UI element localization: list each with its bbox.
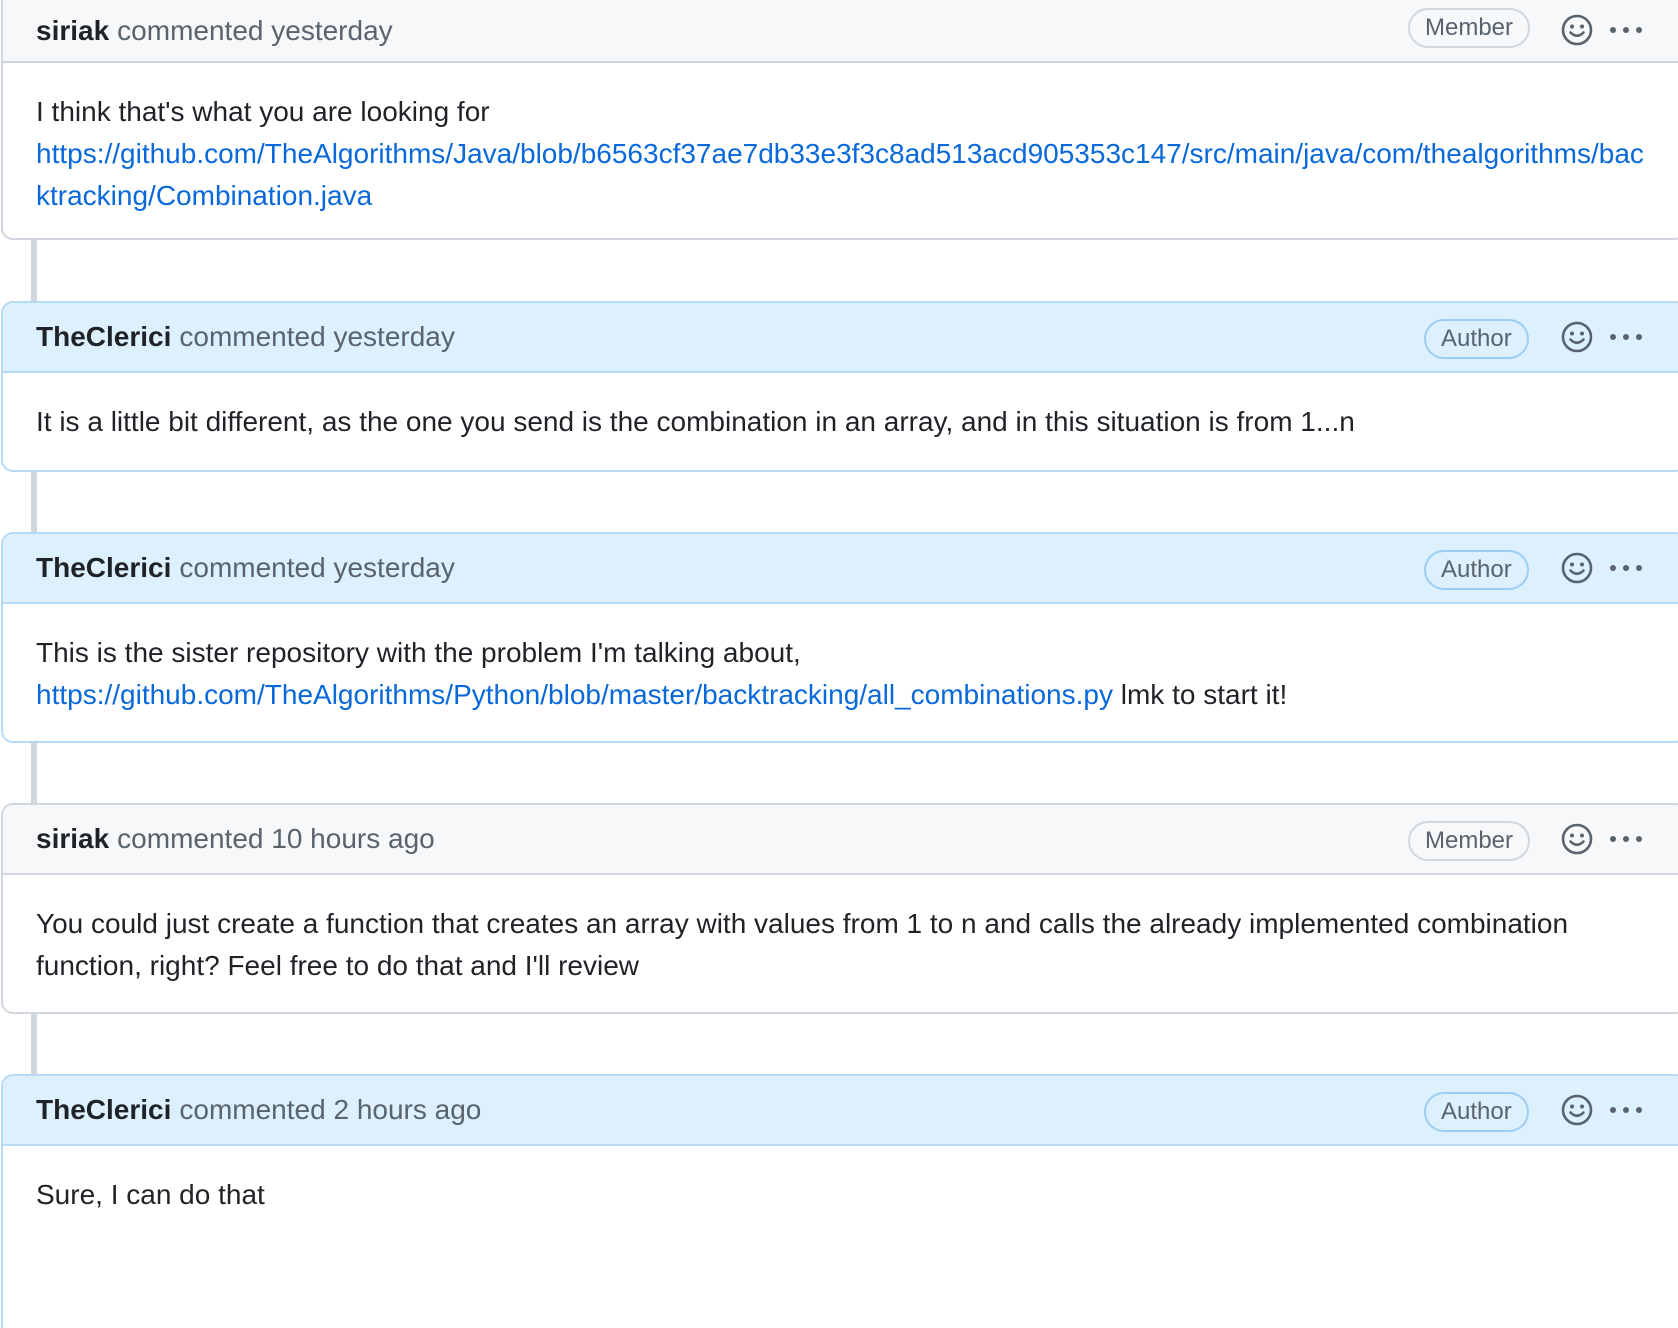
smiley-icon xyxy=(1561,552,1593,584)
comment-author[interactable]: siriak xyxy=(36,15,109,47)
comment-timestamp[interactable]: 2 hours ago xyxy=(333,1094,481,1125)
comment-text: It is a little bit different, as the one… xyxy=(36,406,1355,437)
add-reaction-button[interactable] xyxy=(1557,548,1597,588)
comment-author[interactable]: TheClerici xyxy=(36,1094,171,1126)
comment-timeline: siriak commented yesterday Member I thin… xyxy=(0,0,1678,1328)
kebab-horizontal-icon xyxy=(1610,1107,1642,1113)
timeline-connector xyxy=(31,1013,37,1075)
add-reaction-button[interactable] xyxy=(1557,317,1597,357)
comment-meta: commented yesterday xyxy=(179,552,454,584)
comment-header: TheClerici commented yesterday Author xyxy=(3,303,1678,373)
comment-action: commented xyxy=(117,823,264,854)
timeline-comment: siriak commented 10 hours ago Member You… xyxy=(1,803,1678,1014)
add-reaction-button[interactable] xyxy=(1557,10,1597,50)
comment-author[interactable]: TheClerici xyxy=(36,321,171,353)
comment-action: commented xyxy=(179,552,326,583)
comment-options-button[interactable] xyxy=(1604,10,1648,50)
comment-meta: commented 2 hours ago xyxy=(179,1094,481,1126)
smiley-icon xyxy=(1561,321,1593,353)
comment-action: commented xyxy=(117,14,264,46)
smiley-icon xyxy=(1561,1094,1593,1126)
comment-body: I think that's what you are looking for … xyxy=(3,63,1678,217)
role-badge: Member xyxy=(1408,821,1531,861)
smiley-icon xyxy=(1561,14,1593,46)
comment-meta: commented yesterday xyxy=(117,15,392,47)
add-reaction-button[interactable] xyxy=(1557,819,1597,859)
comment-text: I think that's what you are looking for xyxy=(36,96,490,127)
comment-text: Sure, I can do that xyxy=(36,1179,265,1210)
smiley-icon xyxy=(1561,823,1593,855)
comment-meta: commented 10 hours ago xyxy=(117,823,435,855)
kebab-horizontal-icon xyxy=(1610,836,1642,842)
kebab-horizontal-icon xyxy=(1610,565,1642,571)
add-reaction-button[interactable] xyxy=(1557,1090,1597,1130)
comment-header: siriak commented 10 hours ago Member xyxy=(3,805,1678,875)
comment-options-button[interactable] xyxy=(1604,548,1648,588)
comment-text: You could just create a function that cr… xyxy=(36,908,1569,981)
timeline-connector xyxy=(31,240,37,302)
comment-meta: commented yesterday xyxy=(179,321,454,353)
comment-timestamp[interactable]: yesterday xyxy=(271,15,392,46)
comment-body: This is the sister repository with the p… xyxy=(3,604,1678,716)
comment-body: It is a little bit different, as the one… xyxy=(3,373,1678,443)
comment-body: Sure, I can do that xyxy=(3,1146,1678,1216)
comment-body: You could just create a function that cr… xyxy=(3,875,1678,987)
comment-author[interactable]: siriak xyxy=(36,823,109,855)
comment-options-button[interactable] xyxy=(1604,317,1648,357)
kebab-horizontal-icon xyxy=(1610,334,1642,340)
role-badge: Author xyxy=(1424,1092,1529,1132)
comment-header: TheClerici commented yesterday Author xyxy=(3,534,1678,604)
comment-action: commented xyxy=(179,1094,326,1125)
timeline-connector xyxy=(31,471,37,533)
comment-timestamp[interactable]: yesterday xyxy=(333,321,454,352)
role-badge: Author xyxy=(1424,319,1529,359)
kebab-horizontal-icon xyxy=(1610,27,1642,33)
comment-timestamp[interactable]: 10 hours ago xyxy=(271,823,434,854)
timeline-comment: TheClerici commented yesterday Author xyxy=(1,532,1678,743)
comment-author[interactable]: TheClerici xyxy=(36,552,171,584)
comment-link[interactable]: https://github.com/TheAlgorithms/Java/bl… xyxy=(36,138,1644,211)
timeline-comment: siriak commented yesterday Member I thin… xyxy=(1,0,1678,240)
timeline-comment: TheClerici commented 2 hours ago Author xyxy=(1,1074,1678,1328)
role-badge: Author xyxy=(1424,550,1529,590)
comment-options-button[interactable] xyxy=(1604,1090,1648,1130)
role-badge: Member xyxy=(1408,8,1531,48)
comment-timestamp[interactable]: yesterday xyxy=(333,552,454,583)
comment-options-button[interactable] xyxy=(1604,819,1648,859)
comment-text-after: lmk to start it! xyxy=(1112,679,1288,710)
comment-header: TheClerici commented 2 hours ago Author xyxy=(3,1076,1678,1146)
comment-link[interactable]: https://github.com/TheAlgorithms/Python/… xyxy=(36,679,1113,710)
comment-text: This is the sister repository with the p… xyxy=(36,637,801,668)
comment-header: siriak commented yesterday Member xyxy=(3,0,1678,63)
timeline-comment: TheClerici commented yesterday Author xyxy=(1,301,1678,472)
comment-action: commented xyxy=(179,321,326,352)
timeline-connector xyxy=(31,742,37,804)
